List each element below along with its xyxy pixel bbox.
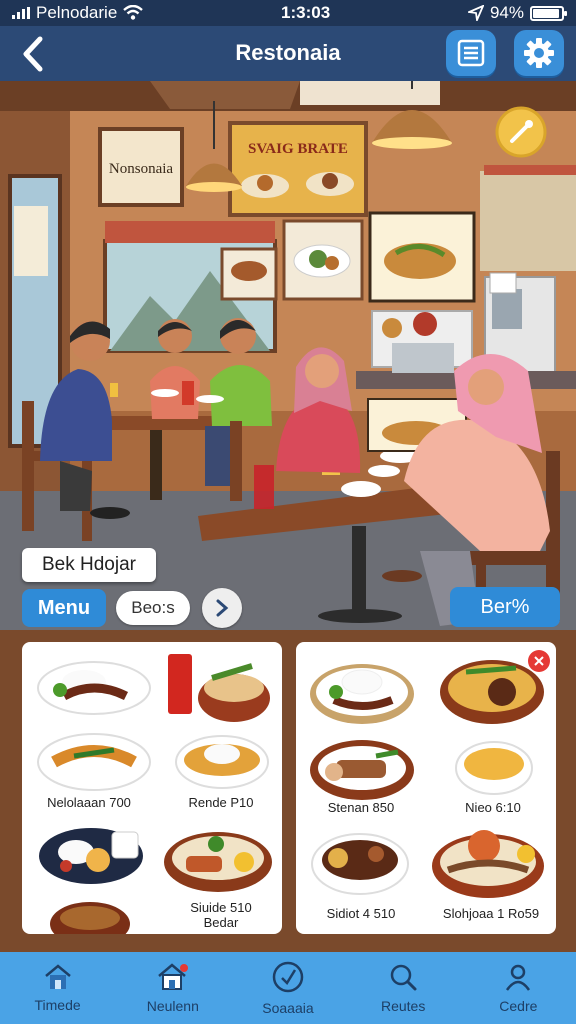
tab-label: Soaaaia [262, 1000, 314, 1016]
tab-label: Reutes [380, 998, 426, 1014]
dish-caption: Nelolaaan 700 [47, 795, 131, 810]
dish-caption: Slohjoaa 1 Ro59 [442, 906, 540, 921]
status-bar: Pelnodarie 1:3:03 94% [0, 0, 576, 26]
menu-button[interactable]: Menu [22, 589, 106, 627]
dish-image [440, 660, 544, 724]
tab-bar: Timede Neulenn Soaaaia Reutes Cedre [0, 952, 576, 1024]
next-button[interactable] [202, 588, 242, 628]
tab-reutes[interactable]: Reutes [346, 952, 461, 1024]
menu-cards: Nelolaaan 700 Rende P10 Siuide 510 Bedar [0, 630, 576, 952]
tab-label: Cedre [499, 998, 538, 1014]
settings-button[interactable] [514, 30, 564, 76]
dish-image [168, 654, 270, 722]
list-icon [457, 39, 485, 67]
carrier-name: Pelnodarie [36, 3, 118, 22]
dish-caption: Sidiot 4 510 [326, 906, 396, 921]
dish-caption: Siuide 510 Bedar [190, 900, 252, 930]
dish-image [310, 740, 414, 800]
chevron-left-icon [23, 36, 43, 72]
dish-image [164, 832, 272, 892]
dish-image [455, 741, 533, 795]
app-header: Restonaia [0, 26, 576, 81]
dish-caption: Rende P10 [188, 795, 254, 810]
battery-percent: 94% [489, 3, 524, 22]
chevron-right-icon [216, 599, 229, 617]
dish-image [310, 664, 414, 724]
tab-label: Timede [34, 997, 81, 1013]
house-badge-icon [157, 963, 188, 990]
search-icon [390, 964, 417, 991]
gear-icon [524, 38, 554, 68]
dish-image [50, 902, 130, 934]
tab-soaaaia[interactable]: Soaaaia [230, 952, 345, 1024]
menu-card-right[interactable]: Stenan 850 Nieo 6:10 Sidiot 4 510 Slohjo… [296, 642, 556, 934]
dish-caption: Stenan 850 [327, 800, 395, 815]
tab-home[interactable]: Timede [0, 952, 115, 1024]
wifi-icon [123, 5, 144, 20]
list-button[interactable] [446, 30, 496, 76]
dish-image [175, 735, 269, 789]
shop-sign-text: Nonsonaia [109, 161, 173, 177]
back-button[interactable] [18, 34, 54, 74]
clock-icon [272, 961, 304, 993]
promo-sticker: Bek Hdojar [22, 548, 156, 582]
secondary-button[interactable]: Beo:s [116, 591, 190, 625]
menu-card-left[interactable]: Nelolaaan 700 Rende P10 Siuide 510 Bedar [22, 642, 282, 934]
profile-icon [506, 964, 531, 991]
tab-neulenn[interactable]: Neulenn [115, 952, 230, 1024]
dish-image [37, 661, 151, 715]
tab-cedre[interactable]: Cedre [461, 952, 576, 1024]
dish-caption: Nieo 6:10 [465, 800, 521, 815]
tab-label: Neulenn [146, 998, 199, 1014]
dish-image [37, 733, 151, 791]
board-title: SVAIG BRATE [248, 141, 348, 157]
signal-icon [12, 7, 30, 19]
status-time: 1:3:03 [281, 3, 331, 22]
cta-button[interactable]: Ber% [450, 587, 560, 627]
location-icon [467, 5, 484, 21]
dish-image [311, 833, 409, 895]
dish-image [432, 830, 544, 898]
battery-icon [529, 5, 567, 21]
dish-image [39, 828, 143, 884]
home-icon [44, 964, 71, 989]
